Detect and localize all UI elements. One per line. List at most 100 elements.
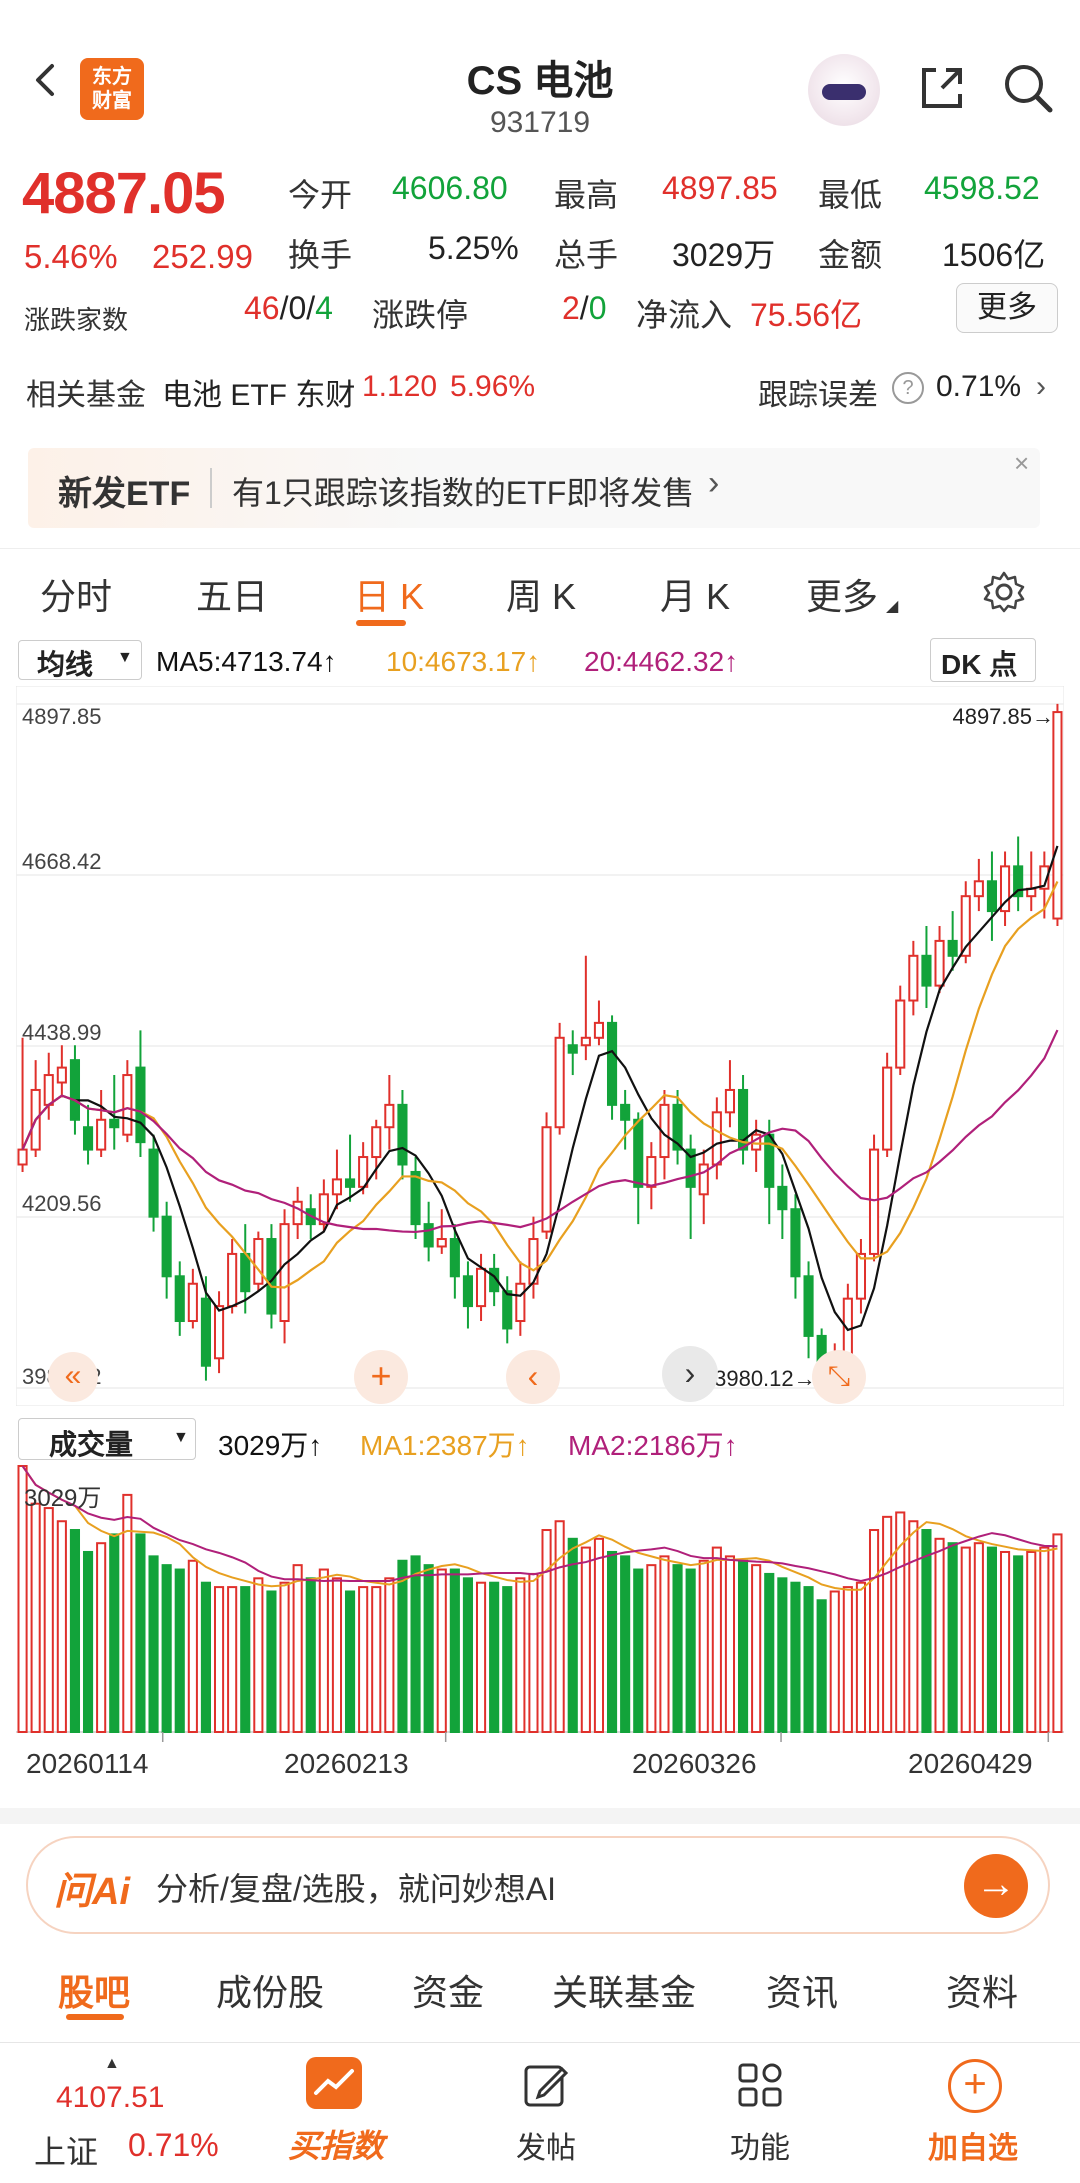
volume-bar <box>908 1520 919 1734</box>
scroll-left-icon[interactable]: ‹ <box>506 1350 560 1404</box>
tab-more[interactable]: 更多 <box>806 568 878 620</box>
volume-bar <box>69 1529 81 1733</box>
scroll-right-icon[interactable]: › <box>662 1346 718 1402</box>
more-quote-button[interactable]: 更多 <box>956 283 1058 333</box>
candle <box>947 939 958 957</box>
candle <box>790 1208 801 1278</box>
functions-button[interactable]: 功能 <box>730 2123 790 2167</box>
tab-news[interactable]: 资讯 <box>766 1964 838 2016</box>
volume-bar <box>96 1542 107 1733</box>
volume-bar <box>213 1586 225 1733</box>
tab-constituents[interactable]: 成份股 <box>216 1964 324 2016</box>
ask-ai-bar[interactable]: 问Ai 分析/复盘/选股，就问妙想AI → <box>28 1838 1048 1932</box>
volume-bar <box>56 1520 67 1734</box>
candle <box>213 1305 225 1360</box>
candle <box>462 1275 474 1308</box>
ma20-label: 20:4462.32↑ <box>584 646 739 677</box>
tab-intraday[interactable]: 分时 <box>40 568 112 620</box>
candle <box>423 1223 434 1248</box>
volume-selector[interactable]: 成交量 ▼ <box>18 1418 196 1460</box>
volume-bar <box>266 1590 277 1733</box>
candle <box>777 1185 788 1211</box>
candle <box>868 1148 880 1255</box>
tab-monthly-k[interactable]: 月 K <box>660 568 730 620</box>
tab-funds-flow[interactable]: 资金 <box>412 1964 484 2016</box>
volume-bar <box>1013 1555 1024 1734</box>
help-icon[interactable]: ? <box>892 372 924 404</box>
new-etf-banner[interactable]: 新发ETF 有1只跟踪该指数的ETF即将发售 › × <box>28 448 1040 528</box>
ai-robot-icon[interactable] <box>808 54 880 126</box>
add-watchlist-button[interactable]: 加自选 <box>928 2123 1018 2167</box>
search-icon[interactable] <box>1000 60 1056 116</box>
candle <box>17 1148 28 1166</box>
settings-gear-icon[interactable] <box>982 570 1026 614</box>
section-divider <box>0 1808 1080 1824</box>
scroll-left-fast-icon[interactable]: « <box>48 1352 98 1402</box>
volume-bar <box>502 1586 513 1733</box>
candle <box>410 1170 421 1226</box>
candle <box>934 939 945 987</box>
volume-bar <box>240 1586 251 1733</box>
x-tick: 20260213 <box>284 1748 409 1779</box>
volume-bar <box>384 1577 395 1733</box>
candle <box>82 1126 94 1151</box>
volume-bar <box>187 1559 198 1733</box>
volume-bar <box>842 1586 853 1733</box>
tab-forum[interactable]: 股吧 <box>58 1964 130 2016</box>
track-error-label: 跟踪误差 <box>758 379 878 412</box>
candlestick-chart[interactable]: 4897.854668.424438.994209.563980.124897.… <box>16 686 1064 1406</box>
candle <box>174 1275 185 1323</box>
dk-point-button[interactable]: DK 点 <box>930 638 1036 682</box>
volume-chart[interactable] <box>16 1462 1064 1762</box>
volume-bar <box>200 1581 212 1733</box>
candle <box>986 880 998 913</box>
arrow-right-icon[interactable]: → <box>964 1854 1028 1918</box>
expand-icon[interactable]: ⤡ <box>812 1350 866 1404</box>
tab-daily-k[interactable]: 日 K <box>354 568 424 620</box>
share-icon[interactable] <box>916 62 968 114</box>
zoom-in-icon[interactable]: + <box>354 1350 408 1404</box>
candle <box>96 1118 107 1151</box>
volume-bar <box>633 1568 644 1733</box>
tab-related-funds[interactable]: 关联基金 <box>552 1964 696 2016</box>
tab-profile[interactable]: 资料 <box>946 1964 1018 2016</box>
low-label: 最低 <box>818 177 883 213</box>
high-mark-label: 4897.85→ <box>952 704 1054 729</box>
volume-bar <box>803 1586 814 1733</box>
candle <box>69 1059 81 1121</box>
tab-five-day[interactable]: 五日 <box>196 568 268 620</box>
candle <box>502 1290 513 1330</box>
candle <box>240 1252 251 1293</box>
volume-bar <box>344 1590 356 1733</box>
sh-index-name[interactable]: 上证 <box>34 2127 98 2173</box>
chevron-right-icon[interactable]: › <box>1036 370 1046 404</box>
sh-index-value: 4107.51 <box>56 2081 165 2114</box>
ma-selector[interactable]: 均线 ▼ <box>18 640 142 680</box>
low-value: 4598.52 <box>924 170 1040 206</box>
tab-weekly-k[interactable]: 周 K <box>506 568 576 620</box>
candle <box>554 1036 565 1129</box>
post-button[interactable]: 发帖 <box>516 2123 576 2167</box>
limit-values: 2/0 <box>562 290 607 326</box>
volume-bar <box>777 1577 788 1733</box>
volume-bar <box>397 1559 408 1733</box>
caret-down-icon: ▼ <box>117 649 133 666</box>
close-icon[interactable]: × <box>1014 448 1029 479</box>
volume-bar <box>685 1568 696 1733</box>
volume-bar <box>960 1546 971 1733</box>
new-etf-tag: 新发ETF <box>58 475 191 513</box>
fund-name[interactable]: 电池 ETF 东财 <box>162 370 355 414</box>
ask-ai-input[interactable]: 分析/复盘/选股，就问妙想AI <box>156 1864 556 1910</box>
volume-bar <box>43 1507 54 1733</box>
volume-bar <box>358 1586 369 1733</box>
volume-bar <box>436 1568 447 1733</box>
buy-index-button[interactable]: 买指数 <box>288 2121 384 2167</box>
volume-bar <box>829 1590 840 1733</box>
breadth-values: 46/0/4 <box>244 290 333 326</box>
candle <box>371 1126 382 1159</box>
volume-bar <box>986 1546 998 1733</box>
dropdown-corner-icon: ◢ <box>886 598 899 615</box>
divider <box>210 468 212 508</box>
volume-bar <box>606 1550 618 1733</box>
volume-bar <box>882 1515 893 1734</box>
